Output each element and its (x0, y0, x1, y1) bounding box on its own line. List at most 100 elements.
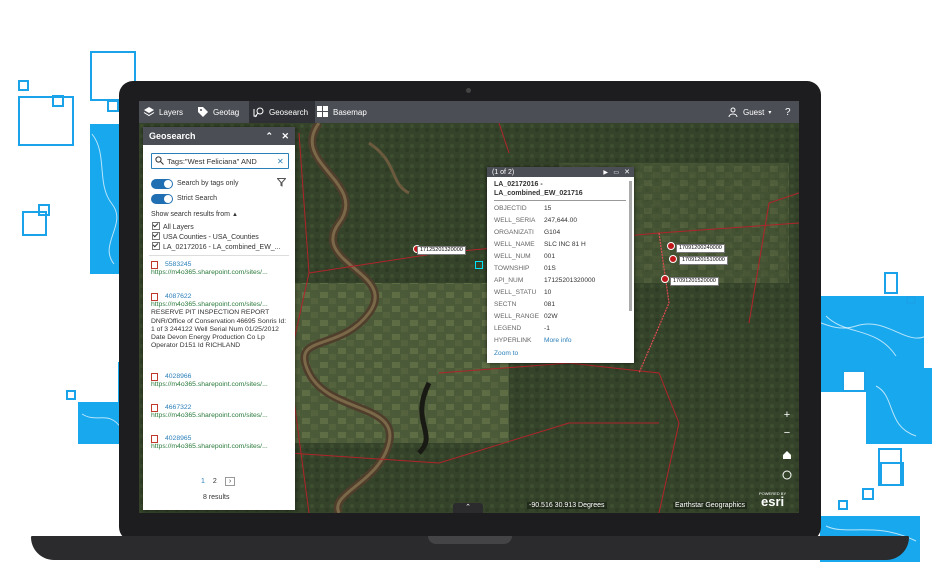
page-1-link[interactable]: 1 (201, 478, 205, 485)
pdf-file-icon (151, 293, 158, 301)
user-menu[interactable]: Guest ▾ (727, 101, 777, 123)
decor-square (107, 100, 119, 112)
tags-only-toggle[interactable] (151, 179, 173, 189)
geosearch-panel: Geosearch ⌃ ✕ Tags:"West Feliciana" AND … (143, 127, 295, 510)
layer-filter-list: All Layers USA Counties - USA_Counties L… (152, 222, 281, 252)
result-id-link[interactable]: 4028966 (165, 373, 291, 381)
collapse-footer-button[interactable]: ⌃ (453, 503, 483, 513)
pdf-file-icon (151, 435, 158, 443)
tab-geotag[interactable]: Geotag (197, 101, 249, 123)
basemap-grid-icon (317, 106, 329, 118)
laptop-camera (466, 88, 471, 93)
chevron-down-icon: ▾ (768, 109, 772, 116)
maximize-icon[interactable]: ▭ (613, 169, 619, 176)
zoom-to-link[interactable]: Zoom to (494, 350, 518, 357)
result-url[interactable]: https://m4o365.sharepoint.com/sites/... (151, 412, 291, 420)
decor-square (18, 80, 29, 91)
checkbox[interactable] (152, 232, 160, 240)
attribute-key: OBJECTID (494, 205, 527, 212)
result-item[interactable]: 4028965 https://m4o365.sharepoint.com/si… (151, 435, 291, 451)
geosearch-icon (253, 106, 265, 118)
attribute-value: 15 (544, 205, 552, 212)
pdf-file-icon (151, 261, 158, 269)
pagination: 1 2 › (201, 477, 236, 486)
attribute-row: ORGANIZATI G104 (494, 229, 629, 241)
selection-marker[interactable] (475, 261, 483, 269)
attribute-key: LEGEND (494, 325, 522, 332)
result-description: RESERVE PIT INSPECTION REPORT DNR/Office… (151, 309, 287, 350)
help-icon: ? (785, 106, 791, 118)
clear-search-icon[interactable]: ✕ (277, 157, 284, 166)
result-url[interactable]: https://m4o365.sharepoint.com/sites/... (151, 443, 291, 451)
layer-option-label: All Layers (163, 224, 194, 231)
attribute-row: OBJECTID 15 (494, 205, 629, 217)
help-button[interactable]: ? (785, 101, 795, 123)
panel-title: Geosearch (149, 131, 196, 141)
search-icon (155, 155, 164, 167)
tab-basemap-label: Basemap (333, 107, 367, 117)
close-panel-icon[interactable]: ✕ (281, 131, 289, 142)
page-2-link[interactable]: 2 (213, 478, 217, 485)
result-item[interactable]: 4028966 https://m4o365.sharepoint.com/si… (151, 373, 291, 389)
layer-option[interactable]: LA_02172016 - LA_combined_EW_... (152, 242, 281, 252)
result-url[interactable]: https://m4o365.sharepoint.com/sites/... (151, 269, 291, 277)
checkbox[interactable] (152, 242, 160, 250)
collapse-panel-icon[interactable]: ⌃ (265, 131, 273, 142)
well-label: 17091201510000 (679, 256, 728, 265)
locate-icon[interactable] (781, 470, 793, 483)
result-item[interactable]: 4087622 https://m4o365.sharepoint.com/si… (151, 293, 291, 350)
popup-title: LA_02172016 - LA_combined_EW_021716 (494, 181, 583, 197)
attribute-key: WELL_NUM (494, 253, 531, 260)
home-icon[interactable] (781, 450, 793, 463)
layer-option[interactable]: All Layers (152, 222, 281, 232)
result-id-link[interactable]: 5583245 (165, 261, 291, 269)
next-feature-icon[interactable]: ▶ (603, 169, 608, 176)
strict-search-toggle[interactable] (151, 194, 173, 204)
search-input[interactable]: Tags:"West Feliciana" AND (167, 157, 275, 166)
attribute-key: ORGANIZATI (494, 229, 534, 236)
tag-icon (197, 106, 209, 118)
result-item[interactable]: 4667322 https://m4o365.sharepoint.com/si… (151, 404, 291, 420)
result-url[interactable]: https://m4o365.sharepoint.com/sites/... (151, 301, 291, 309)
next-page-button[interactable]: › (224, 477, 236, 486)
more-info-link[interactable]: More info (544, 337, 572, 344)
result-url[interactable]: https://m4o365.sharepoint.com/sites/... (151, 381, 291, 389)
tab-geotag-label: Geotag (213, 107, 240, 117)
show-results-toggle[interactable]: Show search results from ▲ (151, 211, 238, 218)
layer-option[interactable]: USA Counties - USA_Counties (152, 232, 281, 242)
result-item[interactable]: 5583245 https://m4o365.sharepoint.com/si… (151, 261, 291, 277)
zoom-out-button[interactable]: − (781, 427, 793, 439)
attribute-key: WELL_RANGE (494, 313, 540, 320)
well-marker[interactable] (669, 255, 677, 263)
divider (149, 255, 289, 256)
tab-layers[interactable]: Layers (143, 101, 193, 123)
tab-basemap[interactable]: Basemap (317, 101, 377, 123)
checkbox[interactable] (152, 222, 160, 230)
attribute-row: WELL_RANGE 02W (494, 313, 629, 325)
pdf-file-icon (151, 373, 158, 381)
filter-icon[interactable] (276, 178, 287, 189)
close-popup-icon[interactable]: ✕ (624, 168, 630, 176)
show-results-label: Show search results from (151, 211, 230, 218)
result-id-link[interactable]: 4667322 (165, 404, 291, 412)
tab-geosearch[interactable]: Geosearch (249, 101, 315, 123)
popup-header: (1 of 2) ▶ ▭ ✕ (487, 167, 634, 177)
attribute-key: API_NUM (494, 277, 524, 284)
app-screen: 17125201320000 17091200240000 1709120151… (139, 101, 799, 513)
result-id-link[interactable]: 4028965 (165, 435, 291, 443)
zoom-in-button[interactable]: + (781, 409, 793, 421)
result-id-link[interactable]: 4087622 (165, 293, 291, 301)
attribute-value: -1 (544, 325, 550, 332)
esri-wordmark: esri (760, 494, 785, 509)
well-marker[interactable] (667, 242, 675, 250)
attribute-value: 10 (544, 289, 552, 296)
popup-scrollbar[interactable] (629, 181, 632, 311)
attribute-value: 001 (544, 253, 556, 260)
search-field[interactable]: Tags:"West Feliciana" AND ✕ (151, 153, 289, 169)
well-marker[interactable] (661, 275, 669, 283)
user-icon (727, 106, 739, 118)
attribute-value: G104 (544, 229, 561, 236)
attribute-row: LEGEND -1 (494, 325, 629, 337)
tab-layers-label: Layers (159, 107, 184, 117)
attribute-value: 01S (544, 265, 556, 272)
